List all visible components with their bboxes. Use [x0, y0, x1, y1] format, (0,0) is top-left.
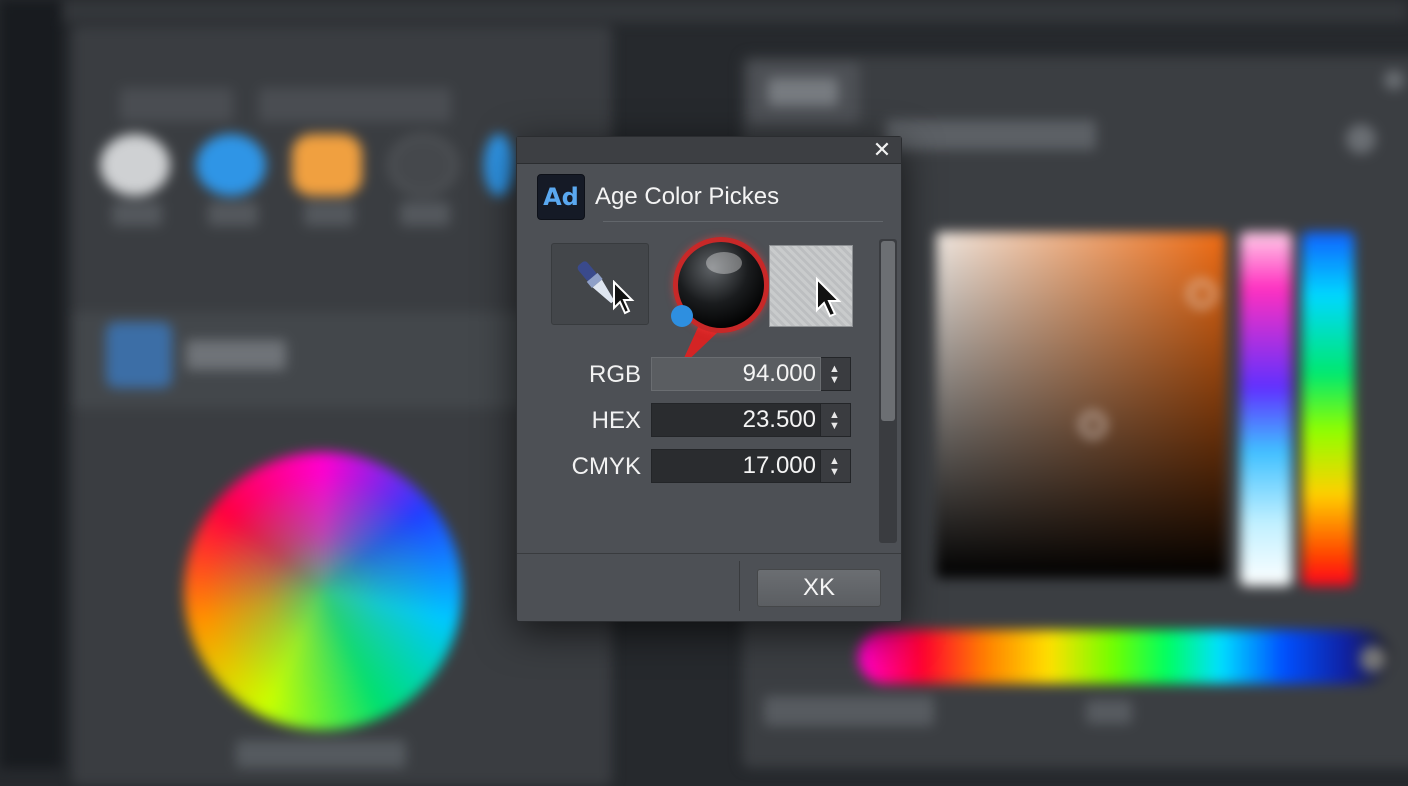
background-label: [304, 202, 354, 226]
background-swatch: [292, 134, 362, 196]
chevron-down-icon[interactable]: ▼: [829, 421, 840, 432]
background-tool-strip: [0, 0, 62, 768]
background-panel-title: [886, 120, 1096, 150]
background-swatch: [484, 134, 514, 196]
background-horizontal-hue-bar: [858, 630, 1390, 684]
footer-divider: [517, 553, 901, 554]
scrollbar-thumb[interactable]: [881, 241, 895, 421]
chevron-down-icon[interactable]: ▼: [829, 375, 840, 386]
rgb-label: RGB: [588, 361, 641, 388]
app-logo: Ad: [537, 174, 585, 220]
hex-label: HEX: [591, 407, 641, 434]
eyedropper-tool-button[interactable]: [551, 243, 649, 325]
cmyk-input[interactable]: 17.000: [651, 449, 821, 483]
background-label: [112, 202, 162, 226]
color-preview-swatch[interactable]: [769, 245, 853, 327]
header-divider: [603, 221, 883, 222]
loupe-highlight: [706, 252, 742, 274]
background-panel-tab-label: [768, 78, 838, 106]
background-row-icon: [106, 322, 172, 388]
cmyk-stepper[interactable]: ▲ ▼: [821, 449, 851, 483]
background-row-label: [186, 340, 286, 370]
close-icon: ✕: [872, 137, 892, 162]
background-label: [400, 202, 450, 226]
dialog-header: Ad Age Color Pickes: [537, 174, 881, 220]
loupe-accent-dot: [671, 305, 693, 327]
background-label: [208, 202, 258, 226]
color-picker-dialog: ✕ Ad Age Color Pickes RGB 94.000 ▲ ▼ HEX…: [516, 136, 902, 622]
background-panel-tabs: xxxxxx xxxxxxxxxxx: [120, 88, 451, 122]
background-swatch-labels: [112, 202, 450, 226]
rgb-stepper[interactable]: ▲ ▼: [821, 357, 851, 391]
background-panel-button: [1384, 70, 1404, 90]
close-button[interactable]: ✕: [871, 139, 893, 161]
background-saturation-field: [936, 232, 1226, 578]
dialog-title: Age Color Pickes: [595, 183, 780, 210]
cursor-icon: [816, 276, 842, 318]
background-color-wheel: [184, 452, 462, 730]
rgb-input[interactable]: 94.000: [651, 357, 821, 391]
cursor-icon: [613, 280, 635, 315]
background-hue-slider: [1240, 232, 1292, 586]
ok-button[interactable]: XK: [757, 569, 881, 607]
background-bottom-label: [1086, 700, 1132, 724]
background-picker-ring: [1080, 412, 1106, 438]
cmyk-label: CMYK: [571, 453, 641, 480]
background-wheel-label: [236, 740, 406, 768]
hex-input[interactable]: 23.500: [651, 403, 821, 437]
background-swatch: [100, 134, 170, 196]
background-swatch: [388, 134, 458, 196]
background-swatch-row: [100, 134, 514, 196]
background-tab: xxxxxx: [120, 88, 234, 122]
background-hue-knob: [1360, 646, 1386, 672]
hex-stepper[interactable]: ▲ ▼: [821, 403, 851, 437]
background-swatch: [196, 134, 266, 196]
chevron-down-icon[interactable]: ▼: [829, 467, 840, 478]
footer-divider-vertical: [739, 561, 740, 611]
background-hue-slider: [1302, 232, 1354, 586]
background-picker-ring: [1188, 280, 1216, 308]
background-menu-bar: [0, 0, 1408, 22]
dialog-titlebar: [517, 137, 901, 164]
background-bottom-label: [764, 696, 934, 726]
background-panel-button: [1346, 124, 1376, 154]
background-tab: xxxxxxxxxxx: [259, 88, 451, 122]
